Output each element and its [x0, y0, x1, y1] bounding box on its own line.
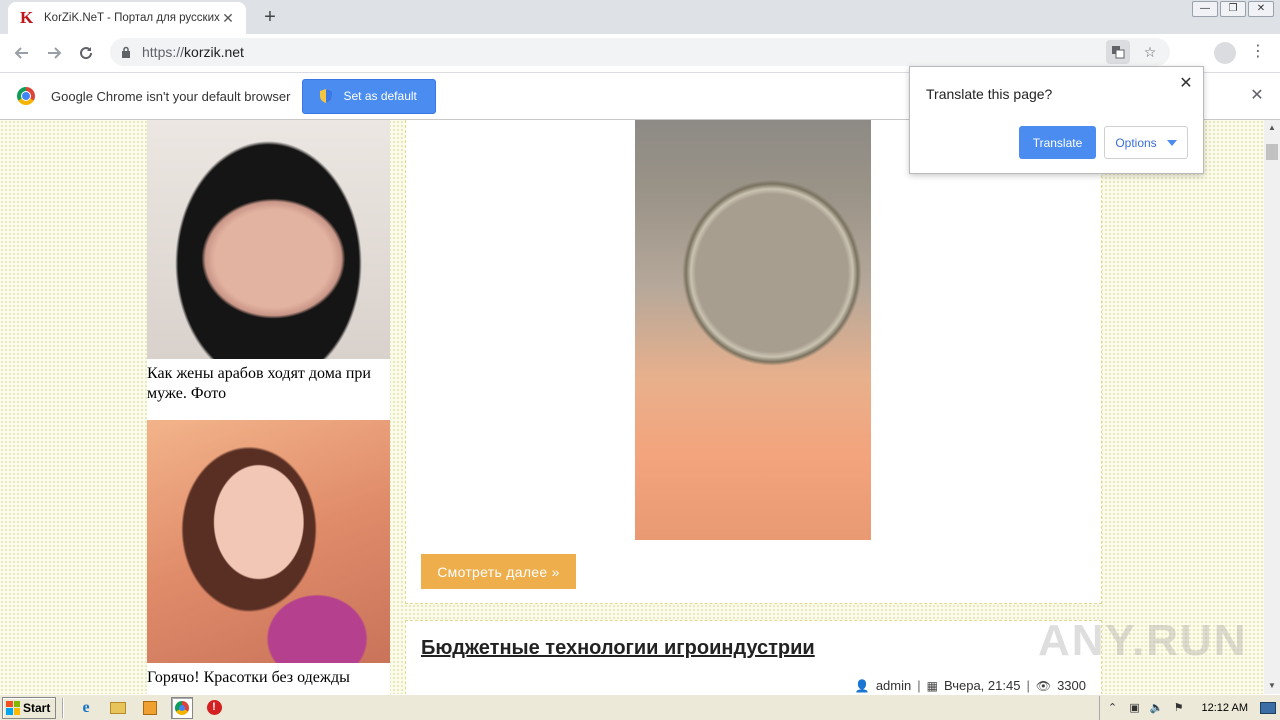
site-favicon-icon: K — [20, 8, 34, 27]
profile-avatar-icon[interactable] — [1214, 42, 1236, 64]
start-button[interactable]: Start — [2, 696, 56, 719]
taskbar-clock[interactable]: 12:12 AM — [1202, 702, 1248, 714]
tab-title: KorZiK.NeT - Портал для русских! — [44, 12, 220, 24]
browser-tab[interactable]: K KorZiK.NeT - Портал для русских! ✕ — [8, 2, 246, 34]
meta-separator: | — [917, 678, 921, 693]
post-views: 3300 — [1057, 678, 1086, 693]
post-author[interactable]: admin — [876, 678, 911, 693]
file-explorer-icon[interactable] — [107, 697, 129, 719]
window-controls: — ❐ ✕ — [1190, 1, 1274, 17]
eye-icon: 👁 — [1035, 678, 1052, 693]
network-icon[interactable]: ▣ — [1128, 701, 1142, 715]
sidebar-card-image[interactable] — [147, 120, 390, 359]
tray-expand-icon[interactable]: ⌃ — [1106, 701, 1120, 715]
show-desktop-icon[interactable] — [1260, 702, 1276, 714]
tab-close-icon[interactable]: ✕ — [220, 10, 236, 27]
reload-button[interactable] — [70, 37, 102, 69]
forward-button[interactable] — [38, 37, 70, 69]
tab-strip: K KorZiK.NeT - Портал для русских! ✕ + —… — [0, 0, 1280, 34]
lock-icon — [122, 46, 130, 58]
set-as-default-label: Set as default — [343, 89, 417, 103]
minimize-button[interactable]: — — [1192, 1, 1218, 17]
close-window-button[interactable]: ✕ — [1248, 1, 1274, 17]
infobar-message: Google Chrome isn't your default browser — [51, 88, 291, 104]
volume-icon[interactable]: 🔈 — [1150, 701, 1164, 715]
meta-separator: | — [1026, 678, 1030, 693]
chrome-menu-icon[interactable]: ⋮ — [1250, 42, 1266, 64]
start-label: Start — [23, 700, 51, 715]
translate-close-icon[interactable]: ✕ — [1177, 75, 1195, 93]
internet-explorer-icon[interactable]: e — [75, 697, 97, 719]
address-bar[interactable]: https://korzik.net ☆ — [110, 38, 1170, 66]
chrome-taskbar-icon[interactable] — [171, 696, 193, 719]
infobar-close-icon[interactable]: ✕ — [1248, 87, 1266, 105]
scroll-up-arrow-icon[interactable]: ▲ — [1264, 120, 1280, 136]
back-arrow-icon — [14, 47, 28, 59]
post-date: Вчера, 21:45 — [943, 678, 1021, 693]
action-center-flag-icon[interactable]: ⚑ — [1172, 701, 1186, 715]
post-card: Бюджетные технологии игроиндустрии 👤 adm… — [405, 620, 1102, 694]
translate-popup-title: Translate this page? — [926, 86, 1053, 102]
back-button[interactable] — [6, 37, 38, 69]
translate-options-label: Options — [1115, 135, 1157, 150]
calendar-icon: ▦ — [926, 678, 938, 693]
chevron-down-icon — [1166, 139, 1177, 146]
media-player-icon[interactable] — [139, 697, 161, 719]
forward-arrow-icon — [48, 47, 62, 59]
page-scrollbar[interactable]: ▲ ▼ — [1264, 120, 1280, 694]
translate-icon[interactable] — [1106, 40, 1130, 64]
page-content: Как жены арабов ходят дома при муже. Фот… — [0, 120, 1264, 694]
reload-icon — [80, 47, 93, 60]
sidebar-column: Как жены арабов ходят дома при муже. Фот… — [147, 120, 390, 694]
anyrun-watermark: ANY.RUN — [1038, 616, 1248, 665]
url-text: https://korzik.net — [142, 44, 244, 60]
new-tab-button[interactable]: + — [258, 5, 282, 29]
user-icon: 👤 — [854, 678, 870, 693]
bookmark-star-icon[interactable]: ☆ — [1138, 40, 1162, 64]
sidebar-card-caption[interactable]: Горячо! Красотки без одежды — [147, 663, 390, 688]
scrollbar-thumb[interactable] — [1266, 144, 1278, 160]
translate-button[interactable]: Translate — [1019, 126, 1096, 159]
post-meta: 👤 admin | ▦ Вчера, 21:45 | 👁 3300 — [855, 678, 1086, 693]
set-as-default-button[interactable]: Set as default — [302, 78, 436, 114]
chrome-logo-icon — [17, 87, 35, 105]
translate-options-button[interactable]: Options — [1104, 126, 1188, 159]
sidebar-card-caption[interactable]: Как жены арабов ходят дома при муже. Фот… — [147, 359, 390, 420]
taskbar-divider — [62, 697, 64, 718]
translate-popup: Translate this page? ✕ Translate Options — [909, 66, 1204, 174]
uac-shield-icon — [320, 89, 333, 103]
post-title-link[interactable]: Бюджетные технологии игроиндустрии — [421, 637, 815, 660]
restore-button[interactable]: ❐ — [1220, 1, 1246, 17]
windows-logo-icon — [6, 700, 20, 715]
system-tray: ⌃ ▣ 🔈 ⚑ 12:12 AM — [1098, 696, 1280, 720]
post-image[interactable] — [635, 120, 871, 540]
sidebar-card-image[interactable] — [147, 420, 390, 663]
antivirus-icon[interactable]: ! — [203, 697, 225, 719]
windows-taskbar: Start e ! ⌃ ▣ 🔈 ⚑ 12:12 AM — [0, 694, 1280, 720]
read-more-button[interactable]: Смотреть далее » — [421, 554, 576, 589]
post-card: Смотреть далее » — [405, 120, 1102, 604]
scroll-down-arrow-icon[interactable]: ▼ — [1264, 678, 1280, 694]
